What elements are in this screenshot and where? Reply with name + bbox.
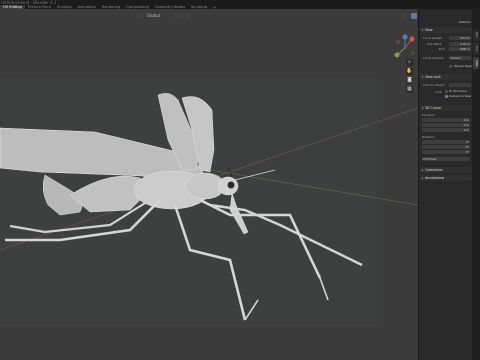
rotation-y-field[interactable]: 0° xyxy=(422,145,470,149)
focal-length-label: Focal Length xyxy=(423,36,443,40)
to-3d-cursor-label: To 3D Cursor xyxy=(449,89,467,93)
panel-title: 3D Cursor xyxy=(425,106,441,110)
lock-to-object-label: Lock to Object xyxy=(423,83,445,87)
local-camera-label: Local Camera xyxy=(423,56,444,60)
top-bar: Untitled.blend - Blender 4.1 UV Editing … xyxy=(0,0,480,10)
tab-view[interactable]: View xyxy=(473,57,479,69)
perspective-grid-icon[interactable]: ▦ xyxy=(406,86,413,93)
sidebar-tabs: Item Tool View xyxy=(472,9,480,360)
proportional-edit-toggle[interactable] xyxy=(186,13,192,19)
3d-cursor-panel-header[interactable]: ▾ 3D Cursor xyxy=(420,105,472,111)
lock-label: Lock xyxy=(435,90,442,94)
clip-start-label: Clip Start xyxy=(427,42,441,46)
transform-orientation-icon[interactable] xyxy=(136,13,144,19)
xray-toggle[interactable] xyxy=(411,13,417,19)
sidebar-n-panel: Options ▾ View Focal Length 50 mm Clip St… xyxy=(418,9,474,360)
tab-tool[interactable]: Tool xyxy=(473,43,479,55)
viewport-header: Global xyxy=(0,9,418,25)
camera-to-view-checkbox[interactable] xyxy=(445,95,448,98)
3d-viewport[interactable]: Global ⌕ ✋ ◙ ▦ xyxy=(0,9,418,360)
rotation-label: Rotation xyxy=(422,135,435,139)
viewport-overlays-toggle[interactable] xyxy=(402,13,410,19)
zoom-icon[interactable]: ⌕ xyxy=(406,59,413,66)
clip-start-field[interactable]: 0.01 m xyxy=(449,42,471,46)
insect-wireframe-model xyxy=(0,93,363,321)
panel-title: Collections xyxy=(425,168,443,172)
camera-to-view-label: Camera to View xyxy=(449,94,472,98)
view-lock-panel-header[interactable]: ▾ View Lock xyxy=(420,74,472,80)
location-label: Location xyxy=(422,113,435,117)
panel-title: Annotations xyxy=(425,176,445,180)
tab-item[interactable]: Item xyxy=(473,29,479,41)
annotations-panel-header[interactable]: ▸ Annotations xyxy=(420,175,472,181)
collections-panel-header[interactable]: ▸ Collections xyxy=(420,167,472,173)
to-3d-cursor-checkbox[interactable] xyxy=(445,90,448,93)
local-camera-field[interactable]: Camera xyxy=(449,56,471,60)
clip-end-label: End xyxy=(439,47,445,51)
render-region-checkbox[interactable] xyxy=(449,65,452,68)
rotation-z-field[interactable]: 0° xyxy=(422,150,470,154)
snap-toggle[interactable] xyxy=(172,13,184,19)
location-y-field[interactable]: 0 m xyxy=(422,123,470,127)
panel-title: View xyxy=(425,28,433,32)
location-z-field[interactable]: 0 m xyxy=(422,128,470,132)
navigation-gizmo[interactable] xyxy=(392,33,418,63)
view-panel-header[interactable]: ▾ View xyxy=(420,27,472,33)
panel-title: View Lock xyxy=(425,75,441,79)
rotation-mode-select[interactable]: XYZ Euler xyxy=(422,157,470,161)
location-x-field[interactable]: 0 m xyxy=(422,118,470,122)
scene-canvas xyxy=(0,93,418,321)
lock-to-object-field[interactable] xyxy=(449,83,471,87)
transform-orientation-select[interactable]: Global xyxy=(147,12,160,20)
pan-hand-icon[interactable]: ✋ xyxy=(406,68,413,75)
camera-view-icon[interactable]: ◙ xyxy=(406,77,413,84)
options-dropdown[interactable]: Options xyxy=(459,20,471,24)
focal-length-field[interactable]: 50 mm xyxy=(449,36,471,40)
rotation-x-field[interactable]: 0° xyxy=(422,140,470,144)
clip-end-field[interactable]: 1000 m xyxy=(449,47,471,51)
